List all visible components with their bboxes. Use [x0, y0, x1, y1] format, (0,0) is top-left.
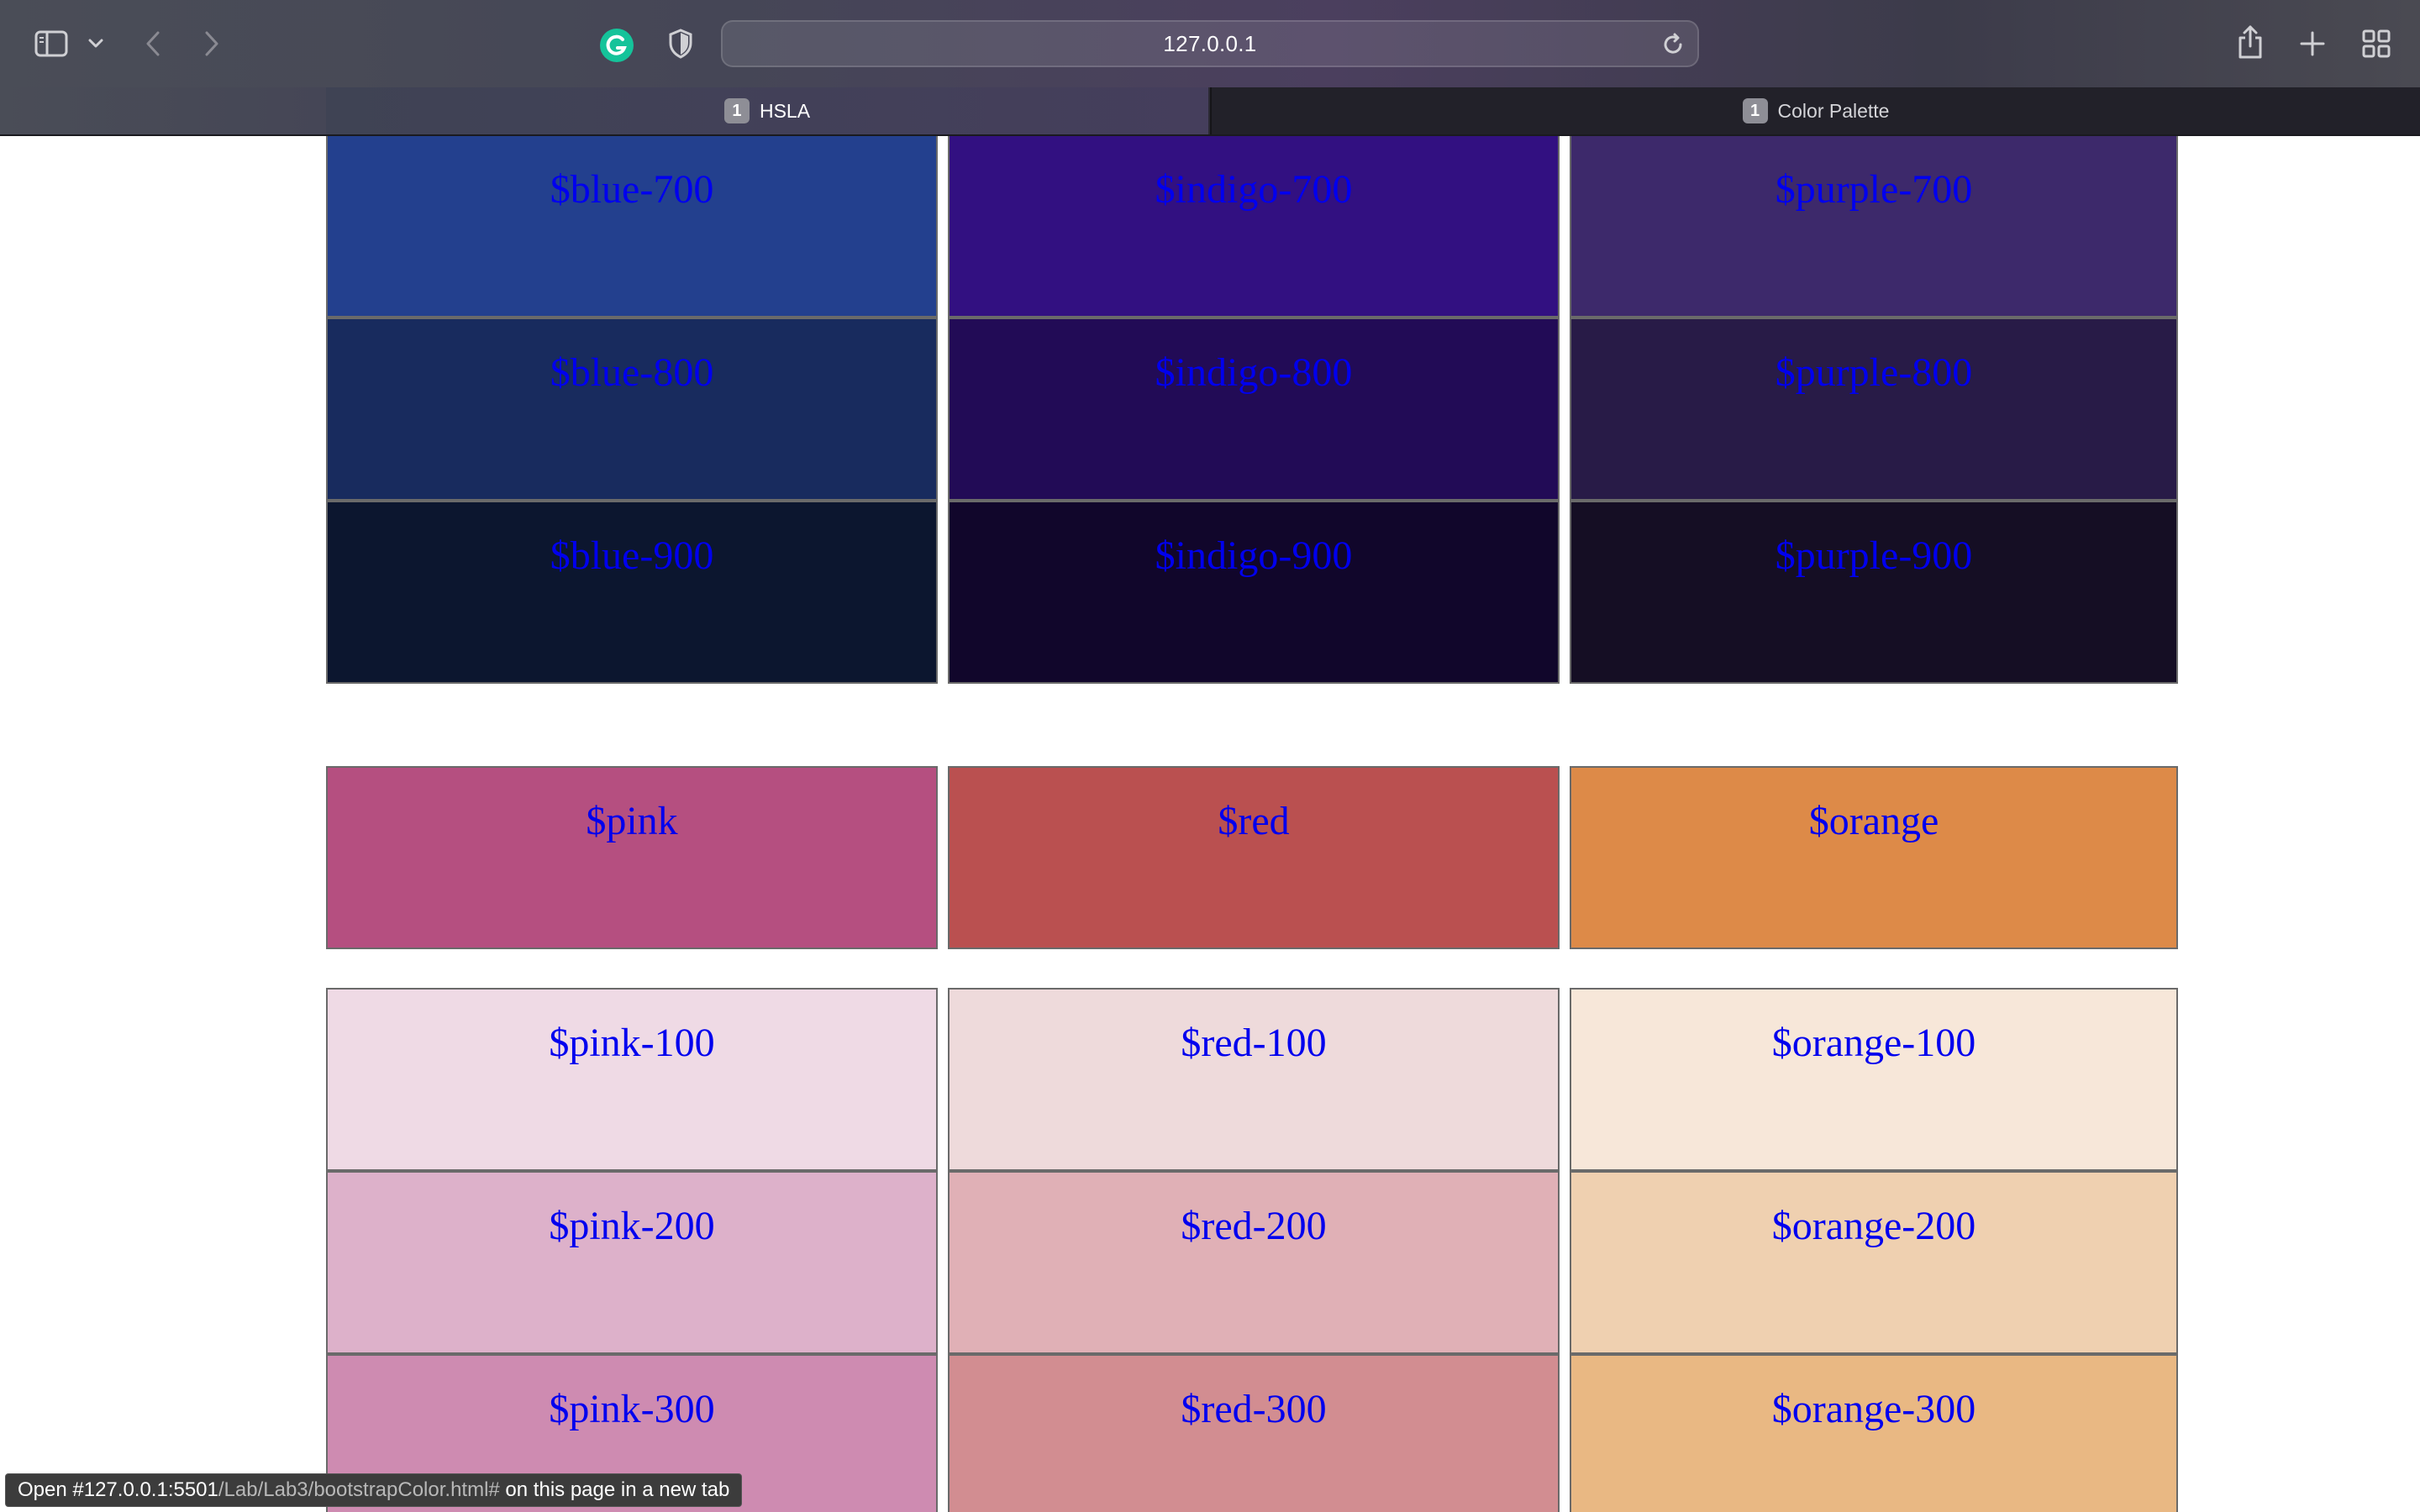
color-row: $pink $red $orange — [326, 766, 2178, 949]
color-group-dark: $blue-700 $indigo-700 $purple-700 $blue-… — [326, 136, 2178, 684]
page-content: $blue-700 $indigo-700 $purple-700 $blue-… — [0, 136, 2420, 1512]
swatch-label-link[interactable]: $orange-100 — [1772, 1023, 1976, 1169]
color-swatch[interactable]: $purple-800 — [1570, 318, 2178, 501]
tab-title: Color Palette — [1777, 99, 1890, 122]
plus-icon[interactable] — [2294, 25, 2331, 62]
color-swatch[interactable]: $red-200 — [948, 1171, 1560, 1354]
color-swatch[interactable]: $blue-800 — [326, 318, 938, 501]
color-group-base: $pink $red $orange — [326, 766, 2178, 949]
status-suffix: on this page in a new tab — [499, 1478, 730, 1501]
url-text: 127.0.0.1 — [1163, 30, 1257, 56]
color-swatch[interactable]: $red-300 — [948, 1354, 1560, 1512]
swatch-label-link[interactable]: $orange-300 — [1772, 1389, 1976, 1512]
color-row: $pink-200 $red-200 $orange-200 — [326, 1171, 2178, 1354]
color-swatch[interactable]: $purple-900 — [1570, 501, 2178, 684]
color-row: $blue-700 $indigo-700 $purple-700 — [326, 136, 2178, 318]
swatch-label-link[interactable]: $purple-800 — [1776, 353, 1973, 499]
swatch-label-link[interactable]: $orange — [1809, 801, 1939, 948]
color-swatch[interactable]: $pink-200 — [326, 1171, 938, 1354]
grammarly-icon[interactable] — [598, 27, 635, 64]
color-row: $blue-800 $indigo-800 $purple-800 — [326, 318, 2178, 501]
color-row: $blue-900 $indigo-900 $purple-900 — [326, 501, 2178, 684]
swatch-label-link[interactable]: $red — [1218, 801, 1289, 948]
tab-number-badge: 1 — [1742, 98, 1768, 123]
color-swatch[interactable]: $orange-200 — [1570, 1171, 2178, 1354]
forward-button[interactable] — [198, 27, 225, 60]
swatch-label-link[interactable]: $red-300 — [1181, 1389, 1326, 1512]
color-swatch[interactable]: $blue-900 — [326, 501, 938, 684]
color-swatch[interactable]: $purple-700 — [1570, 136, 2178, 318]
chevron-down-icon[interactable] — [86, 32, 106, 55]
swatch-label-link[interactable]: $indigo-800 — [1155, 353, 1353, 499]
swatch-label-link[interactable]: $indigo-900 — [1155, 536, 1353, 682]
swatch-label-link[interactable]: $blue-800 — [550, 353, 714, 499]
browser-toolbar: 127.0.0.1 — [0, 0, 2420, 87]
tab-color-palette[interactable]: 1 Color Palette — [1210, 87, 2420, 134]
color-swatch[interactable]: $pink-100 — [326, 988, 938, 1171]
tab-number-badge: 1 — [723, 98, 750, 123]
swatch-label-link[interactable]: $pink-100 — [549, 1023, 714, 1169]
sidebar-icon[interactable] — [32, 27, 71, 60]
back-button[interactable] — [139, 27, 166, 60]
tab-title: HSLA — [759, 99, 811, 122]
color-group-light: $pink-100 $red-100 $orange-100 $pink-200… — [326, 988, 2178, 1512]
color-swatch[interactable]: $red — [948, 766, 1560, 949]
reload-icon[interactable] — [1660, 32, 1686, 57]
tab-hsla[interactable]: 1 HSLA — [326, 87, 1208, 134]
grid-icon[interactable] — [2358, 25, 2395, 62]
color-swatch[interactable]: $orange-300 — [1570, 1354, 2178, 1512]
swatch-label-link[interactable]: $blue-700 — [550, 170, 714, 316]
swatch-label-link[interactable]: $indigo-700 — [1155, 170, 1353, 316]
chevron-right-icon — [205, 31, 218, 56]
swatch-label-link[interactable]: $purple-900 — [1776, 536, 1973, 682]
status-path: /Lab/Lab3/bootstrapColor.html# — [218, 1478, 500, 1501]
color-swatch[interactable]: $orange-100 — [1570, 988, 2178, 1171]
share-icon[interactable] — [2232, 22, 2269, 62]
color-swatch[interactable]: $red-100 — [948, 988, 1560, 1171]
swatch-label-link[interactable]: $pink — [586, 801, 677, 948]
swatch-label-link[interactable]: $purple-700 — [1776, 170, 1973, 316]
tab-bar: 1 HSLA 1 Color Palette — [0, 87, 2420, 136]
color-swatch[interactable]: $indigo-900 — [948, 501, 1560, 684]
status-prefix: Open #127.0.0.1:5501 — [18, 1478, 218, 1501]
link-status-bar: Open #127.0.0.1:5501/Lab/Lab3/bootstrapC… — [5, 1473, 743, 1507]
shield-icon[interactable] — [664, 27, 697, 60]
color-swatch[interactable]: $blue-700 — [326, 136, 938, 318]
swatch-label-link[interactable]: $pink-200 — [549, 1206, 714, 1352]
color-swatch[interactable]: $indigo-700 — [948, 136, 1560, 318]
color-swatch[interactable]: $orange — [1570, 766, 2178, 949]
color-swatch[interactable]: $indigo-800 — [948, 318, 1560, 501]
address-bar[interactable]: 127.0.0.1 — [721, 20, 1699, 67]
chevron-left-icon — [146, 31, 160, 56]
color-swatch[interactable]: $pink — [326, 766, 938, 949]
swatch-label-link[interactable]: $orange-200 — [1772, 1206, 1976, 1352]
swatch-label-link[interactable]: $red-200 — [1181, 1206, 1326, 1352]
swatch-label-link[interactable]: $blue-900 — [550, 536, 714, 682]
tab-bar-spacer — [0, 87, 326, 134]
color-row: $pink-100 $red-100 $orange-100 — [326, 988, 2178, 1171]
swatch-label-link[interactable]: $red-100 — [1181, 1023, 1326, 1169]
